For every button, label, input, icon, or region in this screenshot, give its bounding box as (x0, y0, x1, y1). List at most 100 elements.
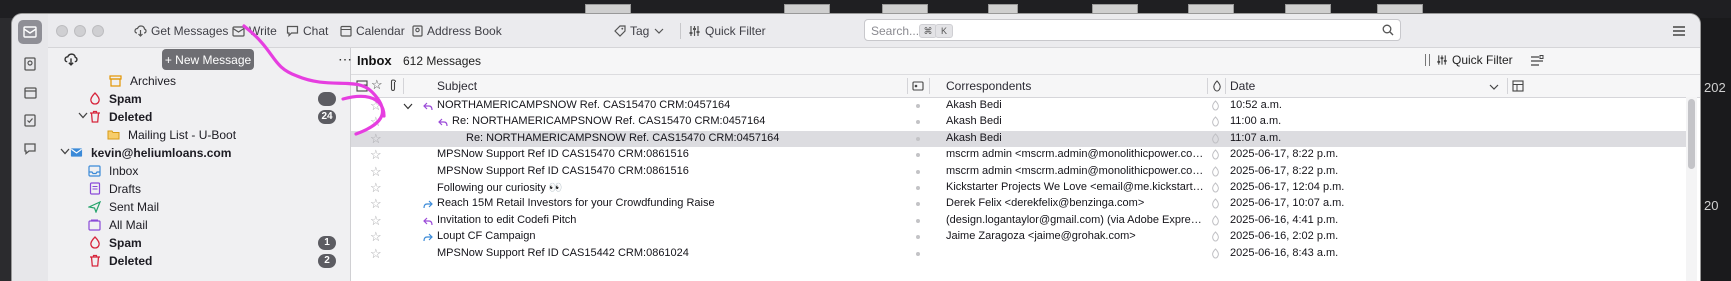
read-status-dot[interactable] (916, 235, 920, 240)
new-message-button[interactable]: + New Message (162, 49, 254, 70)
filter-sliders-icon (689, 26, 700, 36)
message-row[interactable]: ☆ MPSNow Support Ref ID CAS15470 CRM:0861… (351, 147, 1687, 163)
read-status-dot[interactable] (916, 251, 920, 256)
read-status-dot[interactable] (916, 186, 920, 190)
message-row[interactable]: ☆ Loupt CF Campaign Jaime Zaragoza <jaime@… (351, 229, 1687, 245)
search-field[interactable]: Search... ⌘ K (864, 19, 1401, 41)
junk-status-column-icon[interactable] (1212, 80, 1222, 92)
attachment-column-icon[interactable] (389, 79, 397, 92)
star-icon[interactable]: ☆ (370, 230, 382, 243)
get-messages-icon[interactable] (64, 53, 78, 66)
message-row[interactable]: ☆ NORTHAMERICAMPSNOW Ref. CAS15470 CRM:04… (351, 98, 1687, 114)
thread-expanded-chevron-icon[interactable] (403, 103, 413, 110)
folder-item-spam[interactable]: Spam 1 (48, 234, 350, 252)
star-icon[interactable]: ☆ (370, 214, 382, 227)
junk-status-icon[interactable] (1211, 116, 1220, 127)
message-row[interactable]: ☆ MPSNow Support Ref ID CAS15442 CRM:0861… (351, 246, 1687, 262)
thread-column-icon[interactable] (356, 80, 368, 92)
message-list-scrollbar[interactable] (1686, 97, 1697, 281)
write-icon (232, 25, 245, 37)
folder-item-deleted[interactable]: Deleted 24 (48, 108, 350, 126)
folder-item-deleted[interactable]: Deleted 2 (48, 252, 350, 270)
folder-item-archives[interactable]: Archives (48, 72, 350, 90)
calendar-button[interactable]: Calendar (340, 22, 405, 40)
folder-item-kevin-heliumloans-com[interactable]: kevin@heliumloans.com (48, 144, 350, 162)
chevron-down-icon[interactable] (60, 147, 70, 158)
date-column-header[interactable]: Date (1230, 79, 1255, 93)
junk-status-icon[interactable] (1211, 165, 1220, 177)
junk-status-icon[interactable] (1211, 215, 1220, 226)
star-column-icon[interactable]: ☆ (371, 77, 383, 93)
message-row[interactable]: ☆ Reach 15M Retail Investors for your Cro… (351, 196, 1687, 212)
junk-status-icon[interactable] (1211, 149, 1220, 160)
message-row[interactable]: ☆ Re: NORTHAMERICAMPSNOW Ref. CAS15470 CR… (351, 114, 1687, 130)
folder-item-all-mail[interactable]: All Mail (48, 216, 350, 234)
star-icon[interactable]: ☆ (370, 115, 382, 128)
read-status-dot[interactable] (916, 218, 920, 223)
write-button[interactable]: Write (232, 22, 277, 40)
tasks-space-button[interactable] (18, 108, 42, 132)
star-icon[interactable]: ☆ (370, 132, 382, 145)
minimize-window-button[interactable] (74, 25, 86, 37)
correspondents-column-header[interactable]: Correspondents (946, 79, 1031, 93)
folder-item-inbox[interactable]: Inbox (48, 162, 350, 180)
quick-filter-toggle[interactable]: Quick Filter (1425, 53, 1513, 67)
archive-icon (109, 74, 122, 87)
scrollbar-thumb[interactable] (1688, 99, 1695, 169)
junk-status-icon[interactable] (1211, 182, 1220, 193)
mail-space-button[interactable] (18, 20, 42, 44)
junk-status-icon[interactable] (1211, 100, 1220, 111)
chat-space-button[interactable] (18, 136, 42, 160)
folder-item-drafts[interactable]: Drafts (48, 180, 350, 198)
star-icon[interactable]: ☆ (370, 148, 382, 161)
folder-pane-more-icon[interactable]: ⋯ (338, 51, 352, 68)
column-picker-icon[interactable] (1512, 80, 1524, 92)
sort-chevron-down-icon[interactable] (1489, 84, 1499, 90)
close-window-button[interactable] (56, 25, 68, 37)
thunderbird-window: Get Messages Write Chat Calendar Address… (12, 14, 1700, 281)
read-status-dot[interactable] (916, 202, 920, 207)
message-row[interactable]: ☆ MPSNow Support Ref ID CAS15470 CRM:0861… (351, 164, 1687, 180)
display-options-icon[interactable] (1530, 55, 1544, 67)
column-divider (907, 78, 908, 94)
junk-status-icon[interactable] (1211, 231, 1220, 242)
quick-filter-button[interactable]: Quick Filter (688, 22, 766, 40)
star-icon[interactable]: ☆ (370, 247, 382, 260)
star-icon[interactable]: ☆ (370, 165, 382, 178)
app-menu-icon[interactable] (1672, 25, 1686, 37)
message-row[interactable]: ☆ Following our curiosity 👀 Kickstarter Pr… (351, 180, 1687, 196)
zoom-window-button[interactable] (92, 25, 104, 37)
chat-button[interactable]: Chat (286, 22, 328, 40)
read-status-dot[interactable] (916, 153, 920, 158)
address-book-space-button[interactable] (18, 52, 42, 76)
calendar-space-button[interactable] (18, 80, 42, 104)
folder-item-spam[interactable]: Spam (48, 90, 350, 108)
message-correspondent: mscrm admin <mscrm.admin@monolithicpower… (946, 148, 1204, 161)
message-row[interactable]: ☆ Invitation to edit Codefi Pitch (design.… (351, 213, 1687, 229)
read-status-dot[interactable] (916, 104, 920, 108)
message-subject: Re: NORTHAMERICAMPSNOW Ref. CAS15470 CRM… (466, 131, 780, 144)
star-icon[interactable]: ☆ (370, 99, 382, 112)
junk-status-icon[interactable] (1211, 198, 1220, 209)
star-icon[interactable]: ☆ (370, 197, 382, 210)
junk-status-icon[interactable] (1211, 247, 1220, 259)
address-book-button[interactable]: Address Book (412, 22, 502, 40)
folder-item-sent-mail[interactable]: Sent Mail (48, 198, 350, 216)
read-status-dot[interactable] (916, 120, 920, 125)
chevron-down-icon[interactable] (78, 111, 88, 122)
folder-item-mailing-list-u-boot[interactable]: Mailing List - U-Boot (48, 126, 350, 144)
star-icon[interactable]: ☆ (370, 181, 382, 194)
message-row[interactable]: ☆ Re: NORTHAMERICAMPSNOW Ref. CAS15470 CR… (351, 130, 1687, 147)
unread-column-icon[interactable] (912, 80, 924, 92)
allmail-icon (88, 218, 101, 231)
tag-button[interactable]: Tag (614, 22, 668, 40)
get-messages-button[interactable]: Get Messages (134, 22, 228, 40)
message-date: 11:07 a.m. (1230, 131, 1282, 144)
trash-icon (88, 254, 101, 267)
subject-column-header[interactable]: Subject (437, 79, 477, 93)
toolbar-separator (680, 23, 681, 39)
junk-status-icon[interactable] (1211, 133, 1220, 144)
read-status-dot[interactable] (916, 169, 920, 174)
read-status-dot[interactable] (916, 136, 920, 141)
trash-icon (88, 110, 101, 123)
